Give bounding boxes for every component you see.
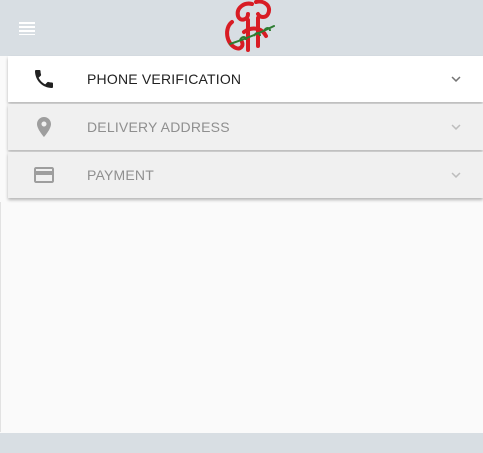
step-payment[interactable]: PAYMENT (8, 152, 483, 198)
app-header (0, 0, 483, 56)
bottom-bar (0, 433, 483, 453)
chevron-down-icon[interactable] (447, 70, 465, 88)
step-label: PHONE VERIFICATION (87, 71, 242, 87)
step-delivery-address[interactable]: DELIVERY ADDRESS (8, 104, 483, 150)
phone-icon (35, 70, 53, 88)
brand-logo (225, 0, 275, 52)
menu-button[interactable] (14, 16, 40, 40)
step-phone-verification[interactable]: PHONE VERIFICATION (8, 56, 483, 102)
checkout-steps: PHONE VERIFICATION DELIVERY ADDRESS PAYM… (8, 56, 483, 200)
credit-card-icon (34, 167, 54, 183)
chevron-down-icon[interactable] (447, 118, 465, 136)
step-label: DELIVERY ADDRESS (87, 119, 230, 135)
step-label: PAYMENT (87, 167, 154, 183)
chevron-down-icon[interactable] (447, 166, 465, 184)
menu-icon (19, 22, 35, 35)
location-pin-icon (37, 117, 51, 137)
content-divider (0, 202, 1, 432)
